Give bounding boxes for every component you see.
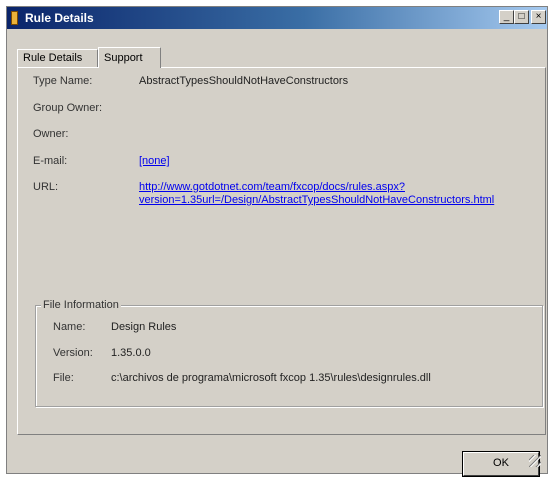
email-label: E-mail:	[33, 155, 68, 167]
url-link-line-1[interactable]: http://www.gotdotnet.com/team/fxcop/docs…	[139, 181, 405, 193]
url-link-line-2[interactable]: version=1.35url=/Design/AbstractTypesSho…	[139, 194, 494, 206]
rule-details-window: Rule Details _ □ × Rule Details Support …	[6, 6, 548, 477]
close-button[interactable]: ×	[531, 10, 546, 24]
title-bar[interactable]: Rule Details _ □ ×	[7, 7, 547, 29]
group-owner-label: Group Owner:	[33, 102, 103, 114]
file-path-label: File:	[53, 372, 74, 384]
minimize-button[interactable]: _	[499, 10, 514, 24]
url-label: URL:	[33, 181, 59, 193]
maximize-button[interactable]: □	[514, 10, 529, 24]
owner-label: Owner:	[33, 128, 69, 140]
type-name-label: Type Name:	[33, 75, 93, 87]
tab-support[interactable]: Support	[98, 47, 161, 68]
file-name-value: Design Rules	[111, 321, 177, 333]
ok-button[interactable]: OK	[462, 451, 540, 477]
tab-rule-details[interactable]: Rule Details	[17, 49, 98, 67]
window-title: Rule Details	[25, 11, 94, 25]
version-label: Version:	[53, 347, 93, 359]
file-name-label: Name:	[53, 321, 86, 333]
email-link[interactable]: [none]	[139, 155, 170, 167]
type-name-value: AbstractTypesShouldNotHaveConstructors	[139, 75, 349, 87]
resize-grip[interactable]	[529, 455, 541, 467]
version-value: 1.35.0.0	[111, 347, 151, 359]
file-path-value: c:\archivos de programa\microsoft fxcop …	[111, 372, 431, 384]
file-information-legend: File Information	[41, 299, 121, 311]
app-icon	[11, 11, 18, 25]
